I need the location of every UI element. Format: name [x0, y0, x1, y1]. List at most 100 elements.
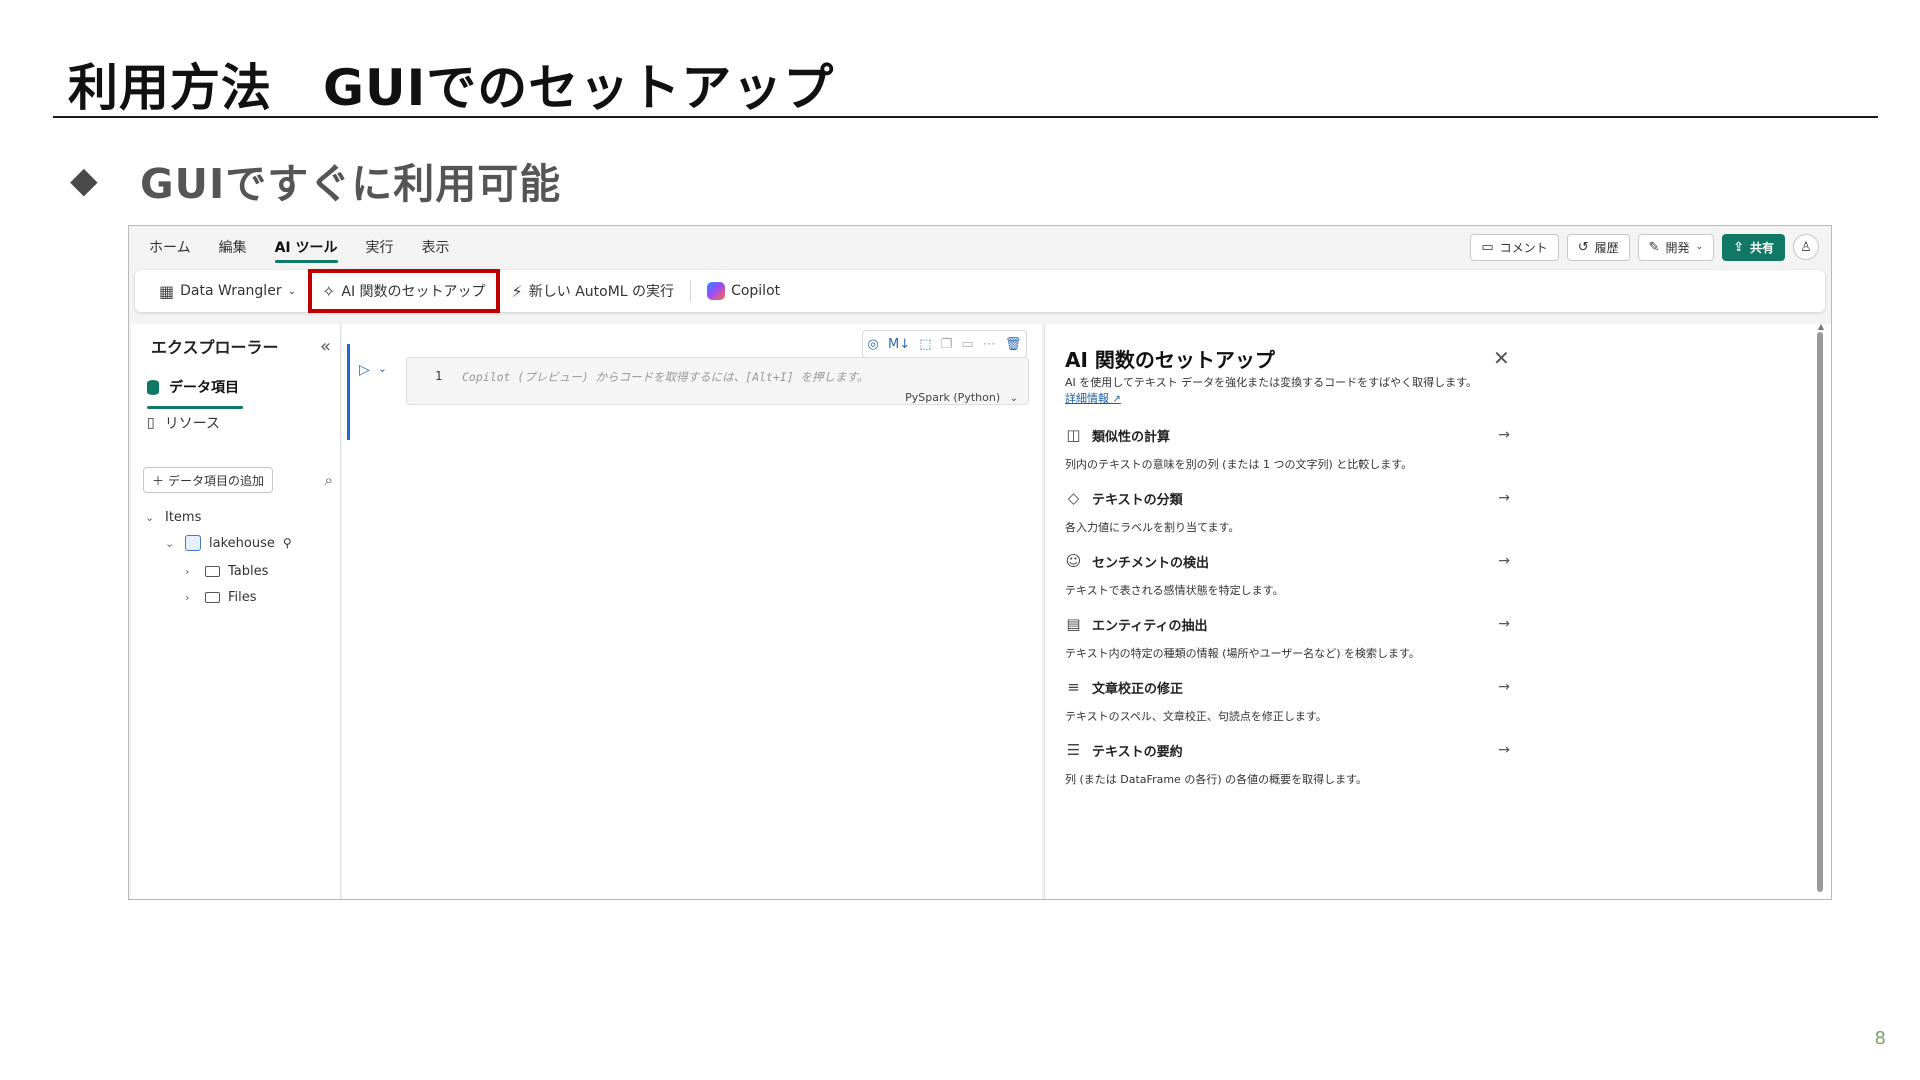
diamond-bullet-icon: ◆: [70, 159, 98, 201]
ribbon-toolbar: ▦ Data Wrangler ⌄ ✧ AI 関数のセットアップ ⚡ 新しい A…: [135, 269, 1825, 313]
feature-title: センチメントの検出: [1092, 555, 1210, 571]
top-bar: ホーム 編集 AI ツール 実行 表示 ▭ コメント ↺ 履歴 ✎ 開発 ⌄ ⇪…: [129, 226, 1831, 268]
share-button[interactable]: ⇪ 共有: [1722, 233, 1785, 261]
tree-tables[interactable]: › Tables: [185, 564, 268, 579]
feature-title: 文章校正の修正: [1092, 681, 1184, 697]
notebook-app-screenshot: ホーム 編集 AI ツール 実行 表示 ▭ コメント ↺ 履歴 ✎ 開発 ⌄ ⇪…: [128, 225, 1832, 900]
feature-description: テキストで表される感情状態を特定します。: [1065, 584, 1284, 597]
scroll-up-icon[interactable]: ▲: [1818, 322, 1824, 331]
file-icon: ▯: [147, 415, 155, 431]
notebook-canvas: ◎ M↓ ⬚ ❐ ▭ ⋯ 🗑 ▷ ⌄ 1 Copilot (プレビュー) からコ…: [342, 324, 1042, 899]
feature-description: 列内のテキストの意味を別の列 (または 1 つの文字列) と比較します。: [1065, 458, 1413, 471]
develop-label: 開発: [1665, 240, 1690, 255]
history-label: 履歴: [1594, 240, 1619, 255]
feature-description: テキストのスペル、文章校正、句読点を修正します。: [1065, 710, 1327, 723]
tab-home[interactable]: ホーム: [149, 226, 191, 268]
tree-items[interactable]: ⌄ Items: [145, 510, 201, 525]
summary-icon: ☰: [1066, 741, 1081, 759]
arrow-right-icon: →: [1498, 553, 1510, 569]
feature-title: 類似性の計算: [1092, 429, 1171, 445]
nav-resources[interactable]: ▯ リソース: [143, 407, 333, 439]
feature-description: テキスト内の特定の種類の情報 (場所やユーザー名など) を検索します。: [1065, 647, 1420, 660]
run-icon[interactable]: ▷: [359, 362, 370, 378]
similarity-icon: ◫: [1066, 426, 1081, 444]
select-cell-icon[interactable]: ⬚: [919, 337, 931, 352]
code-placeholder: Copilot (プレビュー) からコードを取得するには、[Alt+I] を押し…: [462, 370, 869, 384]
chevron-down-icon[interactable]: ⌄: [378, 362, 387, 378]
feature-sentiment[interactable]: ☺ センチメントの検出 → テキストで表される感情状態を特定します。: [1065, 550, 1510, 608]
line-number: 1: [435, 369, 443, 383]
chevron-down-icon: ⌄: [287, 285, 296, 297]
tree-items-label: Items: [165, 510, 202, 525]
feature-summarize[interactable]: ☰ テキストの要約 → 列 (または DataFrame の各行) の各値の概要…: [1065, 739, 1510, 797]
copilot-button[interactable]: Copilot: [699, 274, 788, 308]
new-automl-button[interactable]: ⚡ 新しい AutoML の実行: [504, 274, 683, 308]
feature-title: テキストの分類: [1092, 492, 1183, 508]
folder-icon: [205, 592, 220, 603]
copilot-cell-icon[interactable]: ◎: [868, 337, 879, 352]
search-icon[interactable]: ⌕: [325, 471, 333, 489]
active-cell-indicator: [347, 344, 350, 440]
slide-title: 利用方法 GUIでのセットアップ: [68, 59, 835, 117]
comment-icon: ▭: [1481, 239, 1494, 255]
history-icon: ↺: [1577, 239, 1589, 255]
bullet-text: GUIですぐに利用可能: [140, 160, 562, 208]
sentiment-icon: ☺: [1065, 552, 1082, 570]
feature-fix-grammar[interactable]: ≡ 文章校正の修正 → テキストのスペル、文章校正、句読点を修正します。: [1065, 676, 1510, 734]
external-link-icon: ↗: [1112, 394, 1121, 405]
tree-lakehouse[interactable]: ⌄ lakehouse ⚲: [165, 535, 292, 551]
tab-view[interactable]: 表示: [422, 226, 450, 268]
copy-icon[interactable]: ❐: [941, 337, 953, 352]
panel-scrollbar[interactable]: [1817, 332, 1823, 892]
feature-title: テキストの要約: [1092, 744, 1183, 760]
copilot-icon: [707, 282, 726, 300]
feature-classify[interactable]: ◇ テキストの分類 → 各入力値にラベルを割り当てます。: [1065, 487, 1510, 545]
top-right-actions: ▭ コメント ↺ 履歴 ✎ 開発 ⌄ ⇪ 共有 ♙: [1470, 233, 1819, 261]
learn-more-link[interactable]: 詳細情報 ↗: [1065, 390, 1121, 406]
chevron-right-icon: ›: [185, 591, 190, 604]
tree-files[interactable]: › Files: [185, 590, 257, 605]
title-divider: [53, 116, 1878, 118]
sparkle-icon: ✧: [321, 281, 336, 301]
ai-functions-panel: AI 関数のセットアップ ✕ AI を使用してテキスト データを強化または変換す…: [1044, 322, 1831, 899]
markdown-toggle-icon[interactable]: M↓: [888, 337, 910, 352]
code-cell[interactable]: 1 Copilot (プレビュー) からコードを取得するには、[Alt+I] を…: [406, 357, 1029, 405]
feature-description: 各入力値にラベルを割り当てます。: [1065, 521, 1240, 534]
document-icon: ▤: [1066, 615, 1081, 633]
menu-tabs: ホーム 編集 AI ツール 実行 表示: [149, 226, 478, 268]
proofread-icon: ≡: [1067, 678, 1080, 696]
data-wrangler-button[interactable]: ▦ Data Wrangler ⌄: [151, 274, 304, 308]
language-label: PySpark (Python): [905, 391, 1001, 404]
feature-extract-entities[interactable]: ▤ エンティティの抽出 → テキスト内の特定の種類の情報 (場所やユーザー名など…: [1065, 613, 1510, 671]
tab-ai-tools[interactable]: AI ツール: [274, 226, 338, 268]
language-selector[interactable]: PySpark (Python) ⌄: [905, 391, 1018, 404]
feature-similarity[interactable]: ◫ 類似性の計算 → 列内のテキストの意味を別の列 (または 1 つの文字列) …: [1065, 424, 1510, 482]
folder-icon: [205, 566, 220, 577]
comment-cell-icon[interactable]: ▭: [961, 337, 973, 352]
explorer-add-row: ＋ データ項目の追加 ⌕: [143, 467, 333, 493]
delete-icon[interactable]: 🗑: [1005, 337, 1022, 352]
tab-run[interactable]: 実行: [366, 226, 394, 268]
tree-lakehouse-label: lakehouse: [209, 535, 275, 551]
add-data-item-button[interactable]: ＋ データ項目の追加: [143, 467, 274, 493]
collapse-icon[interactable]: «: [320, 336, 331, 357]
pin-icon[interactable]: ⚲: [283, 536, 292, 550]
tab-edit[interactable]: 編集: [219, 226, 247, 268]
tree-files-label: Files: [228, 590, 257, 605]
more-options-icon[interactable]: ⋯: [983, 337, 996, 352]
explorer-pane: エクスプローラー « データ項目 ▯ リソース ＋ データ項目の追加 ⌕ ⌄ I…: [131, 324, 341, 899]
tag-icon: ◇: [1067, 489, 1080, 507]
history-button[interactable]: ↺ 履歴: [1566, 233, 1630, 261]
plus-icon: ＋: [152, 473, 165, 488]
automl-icon: ⚡: [511, 281, 523, 301]
collaborators-icon[interactable]: ♙: [1793, 234, 1819, 260]
run-cell-controls: ▷ ⌄: [359, 362, 387, 378]
comment-button[interactable]: ▭ コメント: [1470, 233, 1559, 261]
feature-description: 列 (または DataFrame の各行) の各値の概要を取得します。: [1065, 773, 1368, 786]
close-icon[interactable]: ✕: [1493, 346, 1510, 370]
ai-functions-setup-button[interactable]: ✧ AI 関数のセットアップ: [307, 269, 500, 313]
share-icon: ⇪: [1733, 239, 1744, 255]
nav-data-items[interactable]: データ項目: [143, 371, 333, 409]
develop-button[interactable]: ✎ 開発 ⌄: [1637, 233, 1715, 261]
database-icon: [147, 379, 159, 395]
